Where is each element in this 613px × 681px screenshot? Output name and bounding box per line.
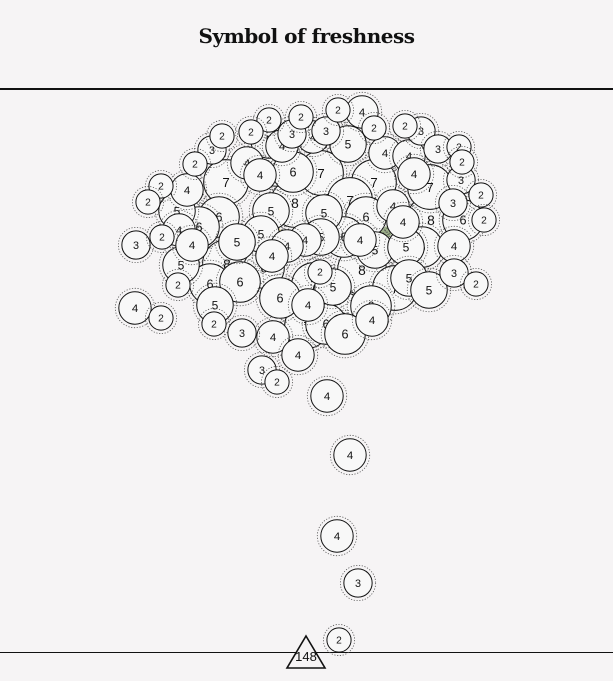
bubble-value-label: 2 <box>274 378 280 389</box>
bubble-value-label: 2 <box>459 158 465 169</box>
bubble-value-label: 4 <box>305 300 311 312</box>
bubble-value-label: 3 <box>450 198 456 210</box>
bubble-value-label: 3 <box>418 126 424 138</box>
bubble-value-label: 5 <box>258 227 265 241</box>
bubble-value-label: 5 <box>403 240 410 254</box>
bubble: 4 <box>306 375 348 417</box>
bubble: 3 <box>339 564 377 602</box>
bubble-cluster: 8888877777777666666666666666555555555555… <box>114 91 500 657</box>
bubble-value-label: 2 <box>158 314 164 325</box>
bubble-value-label: 4 <box>411 169 417 181</box>
bubble-value-label: 4 <box>400 217 406 229</box>
bubble: 4 <box>329 434 371 476</box>
bubble-value-label: 4 <box>184 185 190 197</box>
bubble-value-label: 4 <box>132 303 138 315</box>
bubble-value-label: 2 <box>402 122 408 133</box>
bubble-value-label: 4 <box>451 241 457 253</box>
bubble: 2 <box>205 120 238 153</box>
bubble-value-label: 6 <box>236 276 243 290</box>
bubble-value-label: 2 <box>145 198 151 209</box>
bubble-value-label: 6 <box>289 166 296 180</box>
bubble-value-label: 2 <box>298 113 304 124</box>
bubble-value-label: 2 <box>473 280 479 291</box>
bubble-value-label: 8 <box>291 196 299 211</box>
bubble: 2 <box>303 255 336 288</box>
bubble-value-label: 2 <box>335 106 341 117</box>
bubble-value-label: 2 <box>158 182 164 193</box>
bubble-value-label: 4 <box>359 107 365 119</box>
bubble-value-label: 2 <box>248 128 254 139</box>
bubble-value-label: 3 <box>458 175 464 187</box>
bubble-value-label: 7 <box>317 166 324 181</box>
bubble-value-label: 2 <box>211 320 217 331</box>
bubble-value-label: 4 <box>295 350 301 362</box>
bubble-value-label: 2 <box>317 268 323 279</box>
bubble-value-label: 4 <box>269 251 275 263</box>
bubble-value-label: 3 <box>209 145 215 157</box>
bubble-value-label: 4 <box>257 170 263 182</box>
marker-count-label: 148 <box>295 649 317 664</box>
bubble-value-label: 2 <box>192 160 198 171</box>
bubble-value-label: 3 <box>451 268 457 280</box>
bubble: 2 <box>322 624 355 657</box>
bubble-value-label: 2 <box>336 636 342 647</box>
bubble-value-label: 3 <box>239 328 245 340</box>
bubble-value-label: 4 <box>347 450 353 462</box>
bubble-value-label: 4 <box>369 315 375 327</box>
bubble: 3 <box>117 226 155 264</box>
bubble-value-label: 3 <box>133 240 139 252</box>
bubble-value-label: 5 <box>234 235 241 249</box>
bubble-value-label: 2 <box>219 132 225 143</box>
bubble: 2 <box>321 94 354 127</box>
bubble-value-label: 2 <box>481 216 487 227</box>
bubble: 4 <box>316 515 358 557</box>
bubble-value-label: 4 <box>357 235 363 247</box>
bubble-value-label: 2 <box>266 116 272 127</box>
bubble-value-label: 5 <box>212 298 219 312</box>
bubble-value-label: 5 <box>330 280 337 294</box>
bubble-value-label: 2 <box>371 124 377 135</box>
bubble-value-label: 6 <box>276 292 283 306</box>
bubble-value-label: 5 <box>321 206 328 220</box>
bubble-value-label: 2 <box>478 191 484 202</box>
bubble-value-label: 4 <box>382 148 388 160</box>
bubble: 2 <box>284 101 317 134</box>
bubble-value-label: 4 <box>324 391 330 403</box>
bubble-value-label: 3 <box>355 578 361 590</box>
bubble-value-label: 4 <box>270 332 276 344</box>
bubble-value-label: 5 <box>345 137 352 151</box>
bubble-value-label: 3 <box>435 144 441 156</box>
bubble-value-label: 7 <box>370 175 377 190</box>
bubble-value-label: 2 <box>175 281 181 292</box>
bubble-value-label: 4 <box>334 531 340 543</box>
bubble-value-label: 6 <box>459 214 466 228</box>
bubble-value-label: 3 <box>259 365 265 377</box>
bubble-value-label: 7 <box>222 175 229 190</box>
bubble-value-label: 4 <box>189 240 195 252</box>
bubble-value-label: 6 <box>341 328 348 342</box>
bubble: 2 <box>388 110 421 143</box>
bubble-value-label: 8 <box>427 213 435 228</box>
bubble-value-label: 5 <box>426 283 433 297</box>
bubble-value-label: 3 <box>323 126 329 138</box>
bubble-value-label: 2 <box>159 233 165 244</box>
